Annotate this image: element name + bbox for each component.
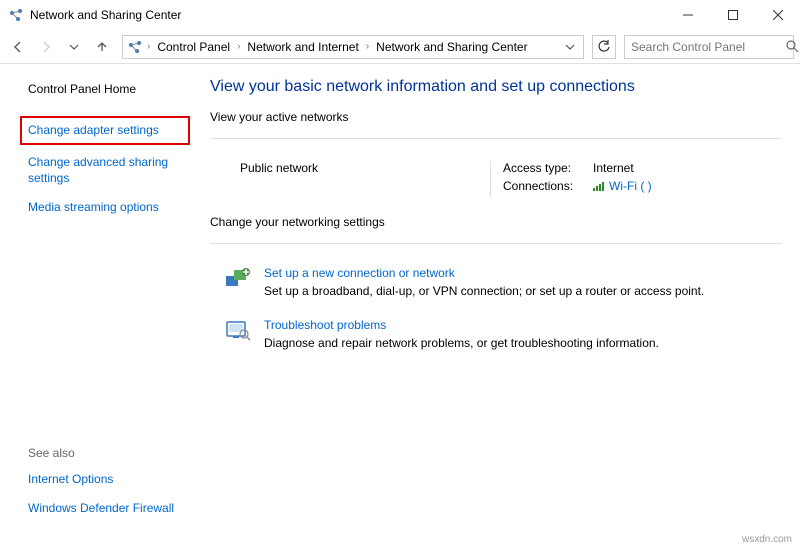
main-content: View your basic network information and … — [200, 64, 800, 549]
chevron-right-icon[interactable]: › — [145, 41, 152, 52]
window-title: Network and Sharing Center — [30, 8, 181, 22]
sidebar-link-advanced-sharing[interactable]: Change advanced sharing settings — [28, 155, 188, 186]
active-network-panel: Public network Access type: Internet Con… — [210, 155, 782, 215]
sidebar-link-media-streaming[interactable]: Media streaming options — [28, 200, 188, 216]
setting-desc: Set up a broadband, dial-up, or VPN conn… — [264, 284, 704, 298]
troubleshoot-icon — [224, 318, 252, 342]
watermark: wsxdn.com — [742, 534, 792, 545]
setting-title[interactable]: Set up a new connection or network — [264, 266, 704, 280]
forward-button[interactable] — [34, 35, 58, 59]
sidebar-see-also: See also Internet Options Windows Defend… — [28, 446, 188, 537]
titlebar: Network and Sharing Center — [0, 0, 800, 30]
breadcrumb-item[interactable]: Network and Sharing Center — [373, 40, 530, 54]
divider — [210, 243, 782, 244]
maximize-button[interactable] — [710, 0, 755, 30]
search-input[interactable] — [631, 40, 786, 54]
sidebar-link-change-adapter[interactable]: Change adapter settings — [20, 116, 190, 146]
breadcrumb-item[interactable]: Network and Internet — [244, 40, 361, 54]
divider — [210, 138, 782, 139]
address-bar[interactable]: › Control Panel › Network and Internet ›… — [122, 35, 584, 59]
up-button[interactable] — [90, 35, 114, 59]
see-also-internet-options[interactable]: Internet Options — [28, 472, 188, 488]
navbar: › Control Panel › Network and Internet ›… — [0, 30, 800, 64]
setting-troubleshoot: Troubleshoot problems Diagnose and repai… — [210, 318, 782, 350]
wifi-connection-link[interactable]: Wi-Fi ( ) — [593, 179, 652, 193]
network-sharing-icon — [127, 39, 143, 55]
back-button[interactable] — [6, 35, 30, 59]
search-icon[interactable] — [786, 40, 799, 53]
refresh-button[interactable] — [592, 35, 616, 59]
setting-title[interactable]: Troubleshoot problems — [264, 318, 659, 332]
network-sharing-icon — [8, 7, 24, 23]
access-type-value: Internet — [593, 161, 634, 175]
access-type-label: Access type: — [503, 161, 585, 175]
page-heading: View your basic network information and … — [210, 78, 782, 96]
wifi-signal-icon — [593, 181, 605, 191]
close-button[interactable] — [755, 0, 800, 30]
chevron-right-icon[interactable]: › — [364, 41, 371, 52]
see-also-label: See also — [28, 446, 188, 460]
search-box[interactable] — [624, 35, 794, 59]
connections-label: Connections: — [503, 179, 585, 193]
sidebar: Control Panel Home Change adapter settin… — [0, 64, 200, 549]
setting-desc: Diagnose and repair network problems, or… — [264, 336, 659, 350]
active-networks-label: View your active networks — [210, 110, 782, 124]
control-panel-home-link[interactable]: Control Panel Home — [28, 82, 188, 98]
network-name: Public network — [240, 161, 490, 175]
address-dropdown-button[interactable] — [561, 42, 579, 52]
see-also-defender-firewall[interactable]: Windows Defender Firewall — [28, 501, 188, 517]
wifi-connection-text: Wi-Fi ( ) — [609, 179, 652, 193]
setting-new-connection: Set up a new connection or network Set u… — [210, 266, 782, 298]
change-settings-label: Change your networking settings — [210, 215, 782, 229]
new-connection-icon — [224, 266, 252, 290]
minimize-button[interactable] — [665, 0, 710, 30]
recent-locations-button[interactable] — [62, 35, 86, 59]
chevron-right-icon[interactable]: › — [235, 41, 242, 52]
breadcrumb-item[interactable]: Control Panel — [154, 40, 233, 54]
